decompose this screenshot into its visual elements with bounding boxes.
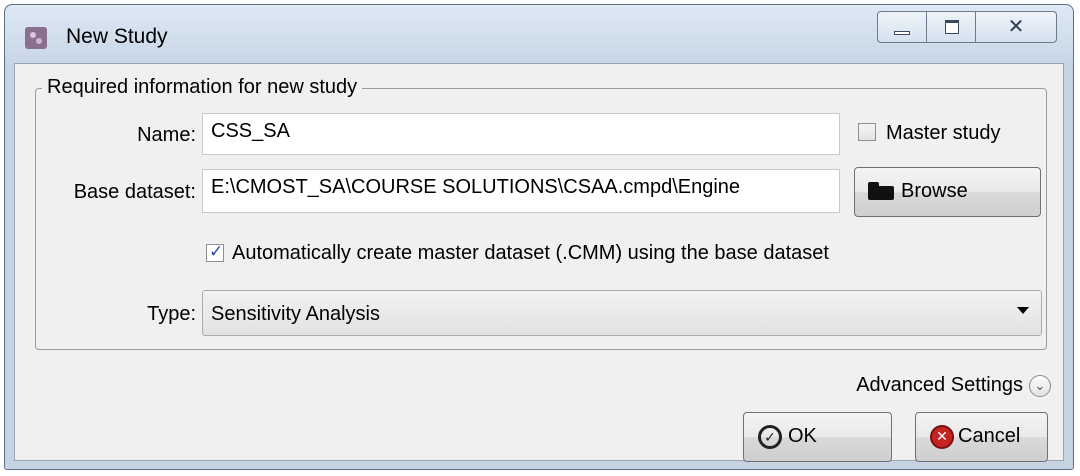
dropdown-arrow-icon [1017, 307, 1029, 314]
type-select[interactable]: Sensitivity Analysis [202, 290, 1042, 336]
app-icon [25, 27, 47, 49]
type-selected-value: Sensitivity Analysis [211, 303, 380, 325]
name-input[interactable]: CSS_SA [202, 113, 840, 155]
browse-button[interactable]: Browse [854, 167, 1041, 217]
type-label: Type: [147, 303, 196, 325]
title-bar[interactable]: New Study ✕ [5, 5, 1073, 63]
new-study-dialog: New Study ✕ Required information for new… [4, 4, 1074, 470]
cancel-label: Cancel [958, 425, 1021, 447]
window-title: New Study [66, 25, 168, 48]
auto-create-master-label[interactable]: Automatically create master dataset (.CM… [232, 242, 829, 265]
name-label: Name: [137, 124, 196, 146]
x-circle-icon: ✕ [930, 425, 954, 449]
ok-label: OK [788, 425, 817, 447]
auto-create-master-checkbox[interactable]: ✓ [206, 242, 224, 262]
caption-buttons: ✕ [877, 11, 1057, 43]
group-legend: Required information for new study [42, 76, 363, 99]
checkmark-icon: ✓ [209, 242, 224, 261]
required-info-group: Required information for new study Name:… [35, 76, 1047, 350]
master-study-checkbox[interactable] [858, 123, 876, 141]
cancel-button[interactable]: ✕ Cancel [915, 412, 1048, 462]
advanced-settings-label: Advanced Settings [856, 374, 1023, 396]
close-button[interactable]: ✕ [975, 11, 1057, 43]
dialog-body: Required information for new study Name:… [14, 63, 1064, 462]
chevron-down-icon[interactable]: ⌄ [1029, 374, 1051, 397]
minimize-button[interactable] [877, 11, 927, 43]
folder-icon [868, 182, 894, 200]
master-study-label[interactable]: Master study [886, 122, 1000, 145]
maximize-button[interactable] [926, 11, 976, 43]
base-dataset-input[interactable]: E:\CMOST_SA\COURSE SOLUTIONS\CSAA.cmpd\E… [202, 169, 840, 213]
advanced-settings-toggle[interactable]: Advanced Settings ⌄ [856, 374, 1051, 397]
base-dataset-label: Base dataset: [73, 181, 196, 203]
minimize-icon [894, 31, 910, 35]
ok-button[interactable]: ✓ OK [743, 412, 892, 462]
browse-label: Browse [901, 180, 968, 202]
close-icon: ✕ [1007, 16, 1025, 38]
maximize-icon [945, 20, 959, 34]
check-circle-icon: ✓ [758, 425, 782, 449]
